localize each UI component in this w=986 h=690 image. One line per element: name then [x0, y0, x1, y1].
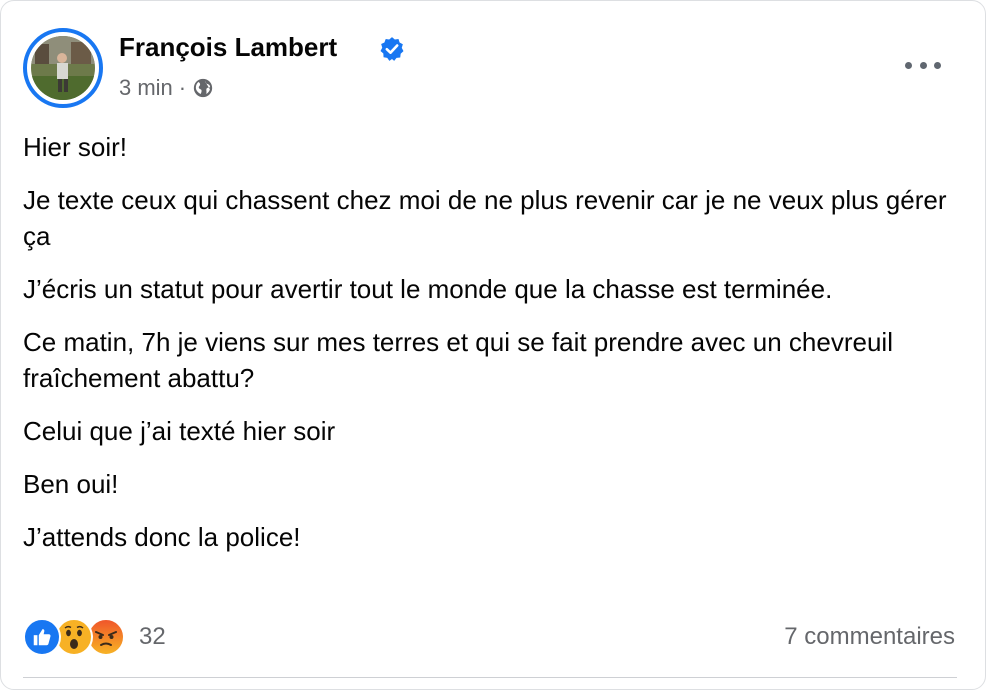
post-meta: 3 min ·: [119, 75, 214, 101]
more-options-icon[interactable]: [905, 55, 941, 75]
menu-dot: [905, 61, 912, 69]
post-paragraph: Hier soir!: [23, 132, 128, 162]
meta-separator: ·: [178, 75, 187, 100]
profile-photo: [31, 36, 95, 100]
post-paragraph: Celui que j’ai texté hier soir: [23, 416, 336, 446]
post-body: Hier soir! Je texte ceux qui chassent ch…: [23, 129, 963, 572]
post-paragraph: J’écris un statut pour avertir tout le m…: [23, 274, 833, 304]
post-paragraph: Ben oui!: [23, 469, 119, 499]
comments-count-link[interactable]: 7 commentaires: [784, 623, 955, 651]
avatar[interactable]: [23, 28, 103, 108]
like-reaction-icon: [23, 618, 61, 656]
post-paragraph: Je texte ceux qui chassent chez moi de n…: [23, 185, 947, 251]
timestamp[interactable]: 3 min: [119, 75, 173, 101]
divider: [23, 677, 957, 678]
post-paragraph: Ce matin, 7h je viens sur mes terres et …: [23, 327, 893, 393]
post-paragraph: J’attends donc la police!: [23, 522, 301, 552]
verified-badge-icon: [380, 37, 404, 61]
author-name[interactable]: François Lambert: [119, 32, 337, 63]
post-card: François Lambert 3 min · Hier soir! Je t…: [0, 0, 986, 690]
menu-dot: [919, 61, 927, 69]
globe-icon[interactable]: [192, 77, 214, 99]
reactions-summary[interactable]: 32: [23, 618, 166, 656]
menu-dot: [934, 61, 941, 69]
reaction-count[interactable]: 32: [139, 623, 166, 651]
